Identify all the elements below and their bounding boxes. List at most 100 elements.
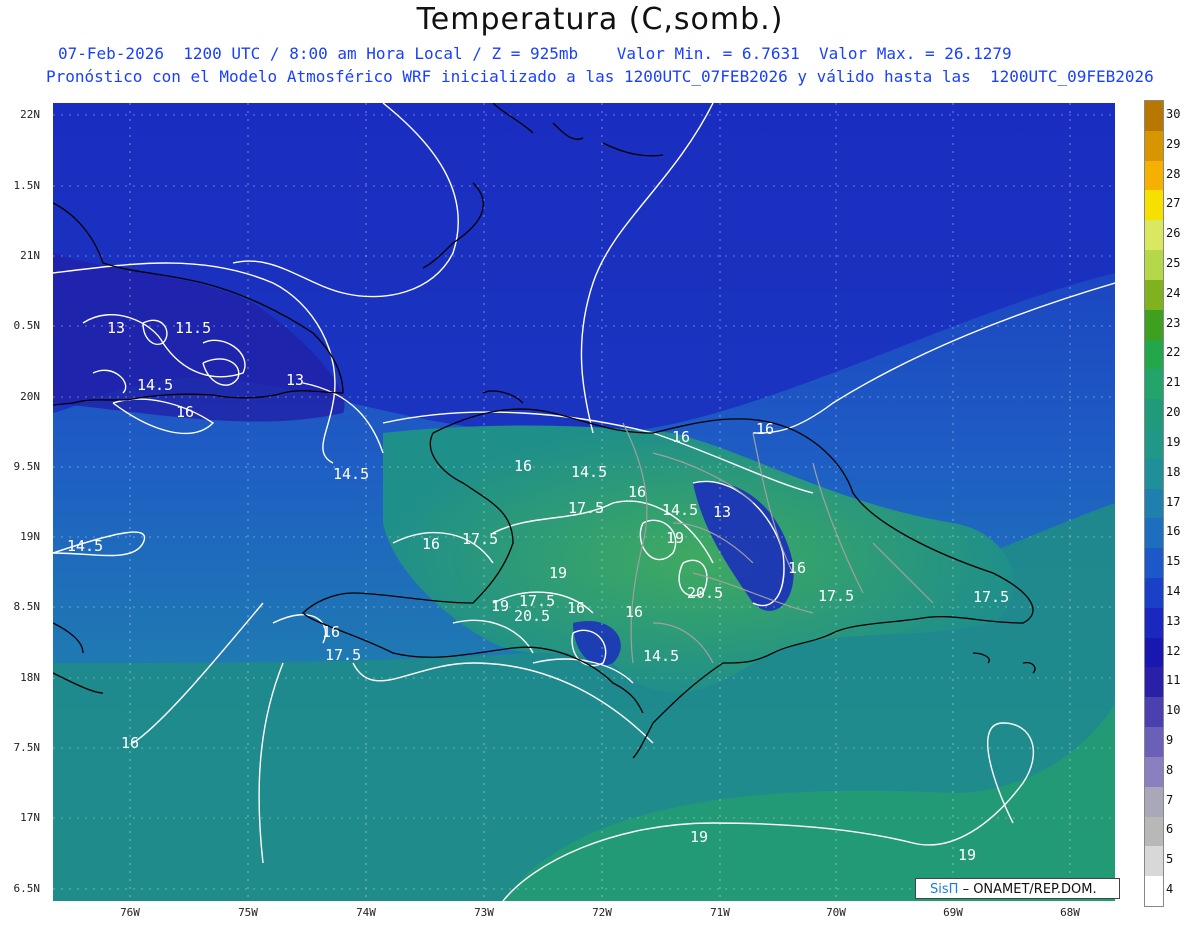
colorbar-label: 8 [1166, 762, 1174, 777]
colorbar-label: 21 [1166, 375, 1181, 390]
colorbar-label: 6 [1166, 822, 1174, 837]
contour-label: 16 [176, 403, 194, 421]
colorbar-segment [1145, 190, 1163, 221]
contour-label: 13 [107, 319, 125, 337]
colorbar-segment [1145, 607, 1163, 639]
contour-label: 17.5 [462, 530, 498, 548]
colorbar-segment [1145, 339, 1163, 370]
lat-label: 20N [20, 390, 40, 403]
lat-label: 19N [20, 530, 40, 543]
contour-label: 19 [491, 597, 509, 615]
colorbar-label: 4 [1166, 882, 1174, 897]
lon-label: 74W [356, 906, 376, 919]
colorbar-label: 15 [1166, 554, 1181, 569]
colorbar-label: 11 [1166, 673, 1181, 688]
contour-label: 14.5 [571, 463, 607, 481]
colorbar-label: 12 [1166, 643, 1181, 658]
colorbar-segment [1145, 637, 1163, 668]
contour-label: 16 [672, 428, 690, 446]
lat-label: 22N [20, 108, 40, 121]
colorbar-label: 25 [1166, 255, 1181, 270]
temperature-map[interactable]: 13 11.5 14.5 16 13 14.5 16 14.5 16 16 16… [53, 103, 1115, 901]
colorbar-label: 29 [1166, 136, 1181, 151]
colorbar-label: 18 [1166, 464, 1181, 479]
colorbar-segment [1145, 786, 1163, 818]
colorbar-label: 26 [1166, 226, 1181, 241]
model-info-line: Pronóstico con el Modelo Atmosférico WRF… [46, 67, 1154, 86]
lat-label: 7.5N [13, 741, 41, 754]
contour-label: 17.5 [568, 499, 604, 517]
contour-label: 19 [690, 828, 708, 846]
colorbar-segment [1145, 727, 1163, 758]
lon-label: 70W [826, 906, 846, 919]
lat-label: 0.5N [13, 319, 41, 332]
colorbar-label: 5 [1166, 852, 1174, 867]
lon-label: 73W [474, 906, 494, 919]
contour-label: 14.5 [67, 537, 103, 555]
colorbar-segment [1145, 428, 1163, 460]
contour-label: 14.5 [137, 376, 173, 394]
lon-label: 71W [710, 906, 730, 919]
colorbar-segment [1145, 250, 1163, 281]
colorbar-segment [1145, 667, 1163, 698]
colorbar-segment [1145, 399, 1163, 430]
lat-label: 1.5N [13, 179, 41, 192]
colorbar-segment [1145, 548, 1163, 579]
colorbar-segment [1145, 220, 1163, 251]
contour-label: 20.5 [687, 584, 723, 602]
contour-label: 16 [788, 559, 806, 577]
lon-label: 69W [943, 906, 963, 919]
colorbar-segment [1145, 578, 1163, 609]
lon-label: 75W [238, 906, 258, 919]
colorbar-label: 22 [1166, 345, 1181, 360]
contour-label: 14.5 [643, 647, 679, 665]
contour-label: 16 [422, 535, 440, 553]
colorbar-label: 10 [1166, 703, 1181, 718]
colorbar-segment [1145, 458, 1163, 490]
contour-label: 11.5 [175, 319, 211, 337]
contour-label: 19 [549, 564, 567, 582]
lat-label: 9.5N [13, 460, 41, 473]
contour-label: 16 [628, 483, 646, 501]
credit-box: SisΠ – ONAMET/REP.DOM. [915, 878, 1120, 899]
colorbar-segment [1145, 518, 1163, 549]
colorbar-label: 27 [1166, 196, 1181, 211]
lat-label: 17N [20, 811, 40, 824]
colorbar-label: 24 [1166, 285, 1181, 300]
contour-label: 17.5 [818, 587, 854, 605]
lat-label: 18N [20, 671, 40, 684]
colorbar-segment [1145, 846, 1163, 877]
contour-label: 16 [756, 420, 774, 438]
colorbar-segment [1145, 279, 1163, 311]
lat-label: 6.5N [13, 882, 41, 895]
colorbar-label: 17 [1166, 494, 1181, 509]
contour-label: 19 [958, 846, 976, 864]
colorbar-label: 23 [1166, 315, 1181, 330]
colorbar-segment [1145, 160, 1163, 191]
colorbar-label: 30 [1166, 106, 1181, 121]
contour-label: 17.5 [325, 646, 361, 664]
lon-label: 76W [120, 906, 140, 919]
lat-label: 21N [20, 249, 40, 262]
colorbar-label: 28 [1166, 166, 1181, 181]
colorbar-segment [1145, 369, 1163, 400]
colorbar-label: 19 [1166, 434, 1181, 449]
contour-label: 13 [286, 371, 304, 389]
contour-label: 17.5 [519, 592, 555, 610]
colorbar-label: 20 [1166, 405, 1181, 420]
colorbar-segment [1145, 488, 1163, 519]
colorbar-label: 9 [1166, 733, 1174, 748]
lon-label: 68W [1060, 906, 1080, 919]
contour-label: 13 [713, 503, 731, 521]
colorbar-segment [1145, 130, 1163, 162]
colorbar [1144, 100, 1164, 907]
contour-label: 14.5 [662, 501, 698, 519]
colorbar-label: 13 [1166, 613, 1181, 628]
contour-label: 16 [322, 623, 340, 641]
colorbar-label: 14 [1166, 583, 1181, 598]
colorbar-segment [1145, 756, 1163, 788]
colorbar-label: 16 [1166, 524, 1181, 539]
contour-label: 16 [567, 599, 585, 617]
contour-label: 19 [666, 529, 684, 547]
contour-label: 17.5 [973, 588, 1009, 606]
